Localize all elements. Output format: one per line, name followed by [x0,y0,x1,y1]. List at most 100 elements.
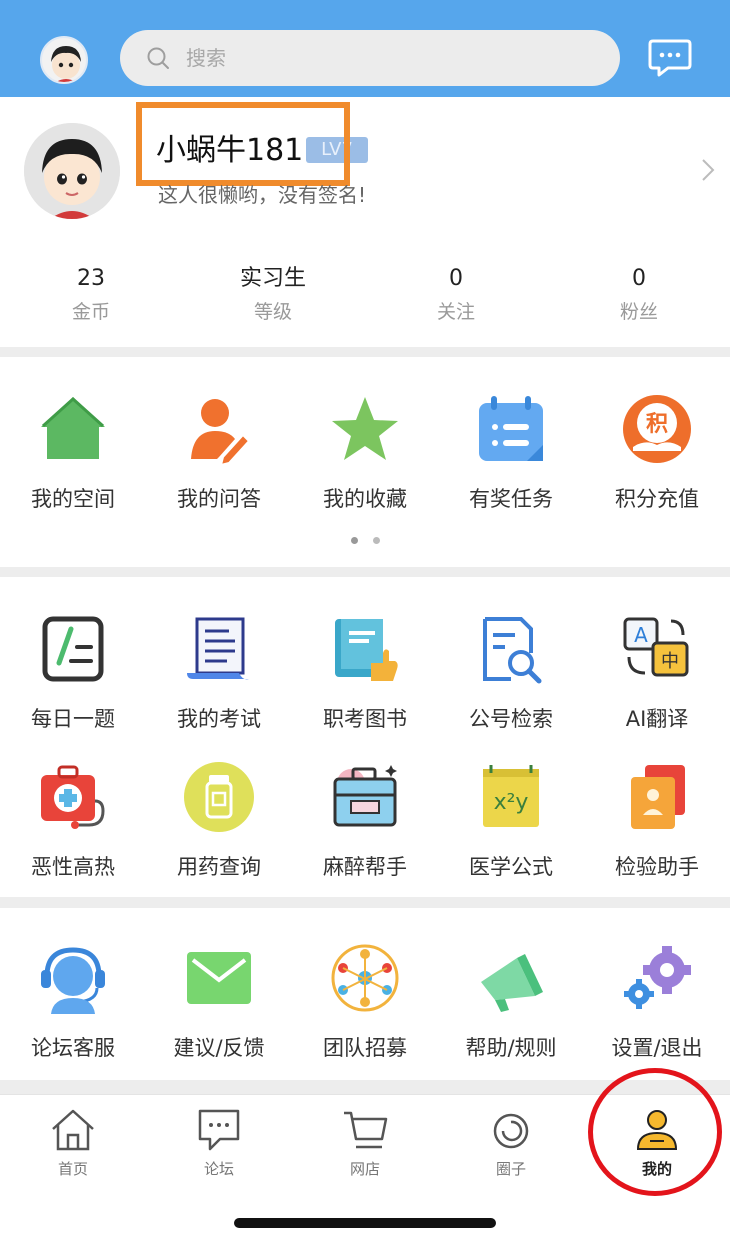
menu-item-label: 积分充值 [615,487,699,511]
menu-item-my-exam[interactable]: 我的考试 [146,613,292,733]
avatar-image [51,46,81,82]
formula-icon: x²y [483,765,539,827]
document-search-icon [483,617,542,684]
stat-label: 粉丝 [619,301,658,323]
translate-glyph-b: 中 [661,651,679,672]
medical-kit-icon [41,765,105,829]
menu-item-label: 有奖任务 [469,487,553,511]
menu-item-reward-tasks[interactable]: 有奖任务 [438,393,584,513]
page-dot-1 [351,537,358,544]
search-bar[interactable]: 搜索 [120,30,620,86]
menu-item-settings-logout[interactable]: 设置/退出 [584,942,730,1062]
support-section: 论坛客服 建议/反馈 团队招募 帮助/规则 设置/退出 [0,908,730,1080]
calendar-task-icon [479,396,543,461]
signature: 这人很懒哟，没有签名! [158,183,367,207]
settings-gears-icon [624,946,691,1009]
translate-icon: A 中 [623,617,689,677]
stat-level[interactable]: 实习生 等级 [203,265,343,325]
medicine-bottle-icon [184,762,254,832]
profile-card[interactable]: 小蜗牛181 LV7 这人很懒哟，没有签名! 23 金币 实习生 等级 0 关注… [0,97,730,347]
customer-service-icon [41,947,105,1014]
message-icon[interactable] [648,38,692,78]
menu-item-daily-question[interactable]: 每日一题 [0,613,146,733]
stat-label: 金币 [71,301,110,323]
star-icon [332,397,398,460]
menu-item-points-recharge[interactable]: 积 积分充值 [584,393,730,513]
stat-fans[interactable]: 0 粉丝 [569,265,709,325]
menu-item-help-rules[interactable]: 帮助/规则 [438,942,584,1062]
menu-item-my-favorites[interactable]: 我的收藏 [292,393,438,513]
formula-glyph: x²y [494,790,529,815]
menu-item-label: 麻醉帮手 [323,855,407,879]
profile-avatar[interactable] [24,123,120,219]
annotation-red-circle [588,1068,722,1196]
user-edit-icon [191,399,251,467]
exam-paper-icon [187,617,249,680]
page-dot-2 [373,537,380,544]
annotation-highlight-box [136,102,350,186]
menu-item-label: 公号检索 [469,707,553,731]
menu-item-label: 我的空间 [31,487,115,511]
lab-report-icon [631,765,685,829]
page-indicator [348,537,384,547]
menu-item-label: 职考图书 [323,707,407,731]
menu-item-label: 用药查询 [177,855,261,879]
home-indicator [234,1218,496,1228]
team-icon [331,944,399,1012]
menu-item-forum-service[interactable]: 论坛客服 [0,942,146,1062]
circle-tab-icon [493,1113,529,1149]
menu-item-label: 我的收藏 [323,487,407,511]
search-placeholder: 搜索 [186,46,226,70]
menu-item-lab-assistant[interactable]: 检验助手 [584,761,730,881]
tab-home[interactable]: 首页 [0,1107,146,1179]
search-icon [147,47,169,69]
forum-tab-icon [198,1109,240,1151]
menu-item-malignant-hyperthermia[interactable]: 恶性高热 [0,761,146,881]
menu-item-label: AI翻译 [625,707,689,731]
stat-value: 0 [449,266,463,291]
menu-item-ai-translate[interactable]: A 中 AI翻译 [584,613,730,733]
menu-item-my-space[interactable]: 我的空间 [0,393,146,513]
menu-item-label: 建议/反馈 [173,1036,265,1060]
mail-icon [187,952,251,1004]
anesthesia-case-icon [333,765,397,827]
stat-value: 23 [77,266,105,291]
menu-item-label: 团队招募 [323,1036,407,1060]
stat-value: 0 [632,266,646,291]
stat-label: 等级 [253,301,292,323]
quick-menu-section: 我的空间 我的问答 我的收藏 有奖任务 积 积分充值 [0,357,730,567]
menu-item-article-search[interactable]: 公号检索 [438,613,584,733]
menu-item-drug-lookup[interactable]: 用药查询 [146,761,292,881]
menu-item-medical-formula[interactable]: x²y 医学公式 [438,761,584,881]
tab-label: 圈子 [495,1160,526,1178]
tab-shop[interactable]: 网店 [292,1107,438,1179]
stat-coins[interactable]: 23 金币 [21,265,161,325]
menu-item-label: 每日一题 [31,707,115,731]
menu-item-feedback[interactable]: 建议/反馈 [146,942,292,1062]
cart-tab-icon [344,1111,388,1149]
stat-value: 实习生 [239,266,306,291]
chevron-right-icon[interactable] [700,157,716,183]
home-tab-icon [52,1109,94,1151]
top-bar: 搜索 [0,0,730,97]
daily-question-icon [42,616,104,682]
menu-item-my-qa[interactable]: 我的问答 [146,393,292,513]
menu-item-label: 医学公式 [469,855,553,879]
menu-item-label: 我的问答 [177,487,261,511]
menu-item-label: 我的考试 [177,707,261,731]
avatar[interactable] [40,36,88,84]
tab-label: 论坛 [203,1160,234,1178]
house-icon [41,396,105,459]
book-icon [335,619,398,681]
menu-item-team-recruit[interactable]: 团队招募 [292,942,438,1062]
stat-label: 关注 [436,301,475,323]
menu-item-exam-books[interactable]: 职考图书 [292,613,438,733]
menu-item-label: 设置/退出 [611,1036,703,1060]
menu-item-anesthesia-helper[interactable]: 麻醉帮手 [292,761,438,881]
profile-avatar-image [24,123,120,219]
tab-label: 首页 [57,1160,88,1178]
tools-section: 每日一题 我的考试 职考图书 公号检索 A 中 AI翻译 恶性高热 用药查询 麻… [0,577,730,897]
tab-forum[interactable]: 论坛 [146,1107,292,1179]
tab-circle[interactable]: 圈子 [438,1107,584,1179]
stat-following[interactable]: 0 关注 [386,265,526,325]
